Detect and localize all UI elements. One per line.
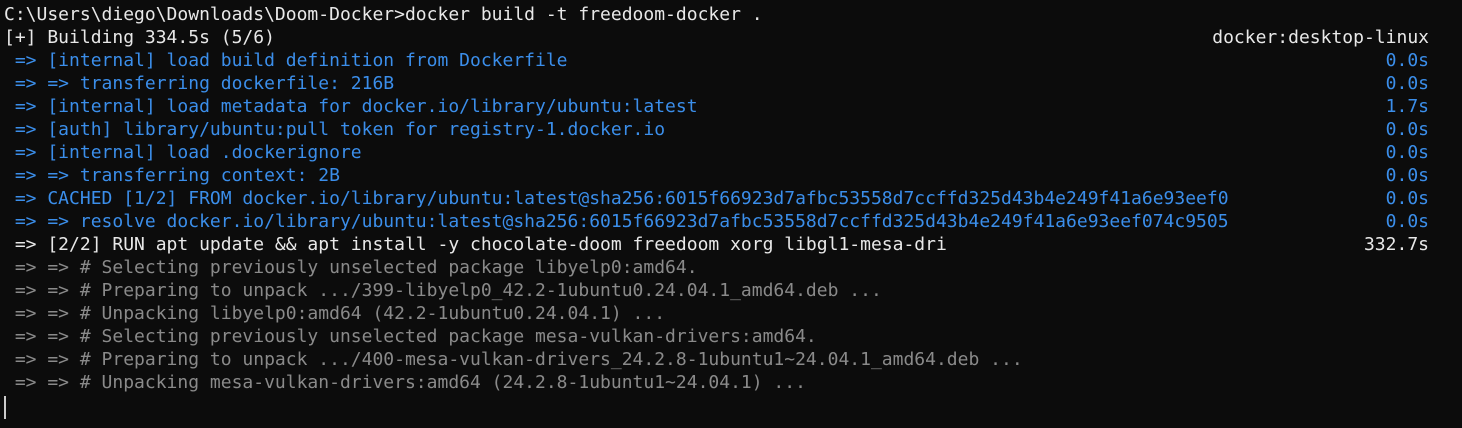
log-text: => => # Preparing to unpack .../400-mesa… (4, 349, 1023, 370)
build-step: => [auth] library/ubuntu:pull token for … (0, 118, 1462, 141)
build-status: [+] Building 334.5s (5/6) (4, 27, 275, 48)
build-step: => [internal] load .dockerignore 0.0s (0, 141, 1462, 164)
step-time: 0.0s (1385, 119, 1429, 140)
step-text: => => resolve docker.io/library/ubuntu:l… (4, 211, 1229, 232)
prompt-line: C:\Users\diego\Downloads\Doom-Docker>doc… (0, 3, 1462, 26)
step-time: 0.0s (1385, 73, 1429, 94)
log-line: => => # Preparing to unpack .../400-mesa… (0, 348, 1462, 371)
log-text: => => # Selecting previously unselected … (4, 257, 698, 278)
build-steps: => [internal] load build definition from… (0, 49, 1462, 233)
build-step: => => resolve docker.io/library/ubuntu:l… (0, 210, 1462, 233)
build-step: => CACHED [1/2] FROM docker.io/library/u… (0, 187, 1462, 210)
log-line: => => # Selecting previously unselected … (0, 256, 1462, 279)
log-text: => => # Preparing to unpack .../399-liby… (4, 280, 882, 301)
step-text: => [auth] library/ubuntu:pull token for … (4, 119, 666, 140)
log-line: => => # Unpacking mesa-vulkan-drivers:am… (0, 371, 1462, 394)
step-text: => CACHED [1/2] FROM docker.io/library/u… (4, 188, 1229, 209)
prompt-command: C:\Users\diego\Downloads\Doom-Docker>doc… (4, 4, 763, 25)
step-time: 1.7s (1385, 96, 1429, 117)
build-step: => => transferring dockerfile: 216B 0.0s (0, 72, 1462, 95)
log-line: => => # Preparing to unpack .../399-liby… (0, 279, 1462, 302)
running-step-text: => [2/2] RUN apt update && apt install -… (4, 234, 947, 255)
step-text: => [internal] load metadata for docker.i… (4, 96, 698, 117)
build-status-line: [+] Building 334.5s (5/6) docker:desktop… (0, 26, 1462, 49)
log-line: => => # Selecting previously unselected … (0, 325, 1462, 348)
step-text: => [internal] load .dockerignore (4, 142, 362, 163)
log-text: => => # Unpacking libyelp0:amd64 (42.2-1… (4, 303, 666, 324)
build-step: => [internal] load metadata for docker.i… (0, 95, 1462, 118)
running-step-time: 332.7s (1363, 234, 1429, 255)
text-cursor (4, 396, 6, 419)
step-time: 0.0s (1385, 50, 1429, 71)
log-line: => => # Unpacking libyelp0:amd64 (42.2-1… (0, 302, 1462, 325)
build-step: => [internal] load build definition from… (0, 49, 1462, 72)
step-time: 0.0s (1385, 211, 1429, 232)
step-time: 0.0s (1385, 165, 1429, 186)
step-text: => [internal] load build definition from… (4, 50, 568, 71)
running-step: => [2/2] RUN apt update && apt install -… (0, 233, 1462, 256)
step-text: => => transferring context: 2B (4, 165, 340, 186)
log-text: => => # Unpacking mesa-vulkan-drivers:am… (4, 372, 806, 393)
terminal-window[interactable]: C:\Users\diego\Downloads\Doom-Docker>doc… (0, 0, 1462, 428)
build-step: => => transferring context: 2B 0.0s (0, 164, 1462, 187)
step-text: => => transferring dockerfile: 216B (4, 73, 395, 94)
step-time: 0.0s (1385, 188, 1429, 209)
log-text: => => # Selecting previously unselected … (4, 326, 817, 347)
step-time: 0.0s (1385, 142, 1429, 163)
log-output: => => # Selecting previously unselected … (0, 256, 1462, 394)
build-context: docker:desktop-linux (1212, 27, 1429, 48)
